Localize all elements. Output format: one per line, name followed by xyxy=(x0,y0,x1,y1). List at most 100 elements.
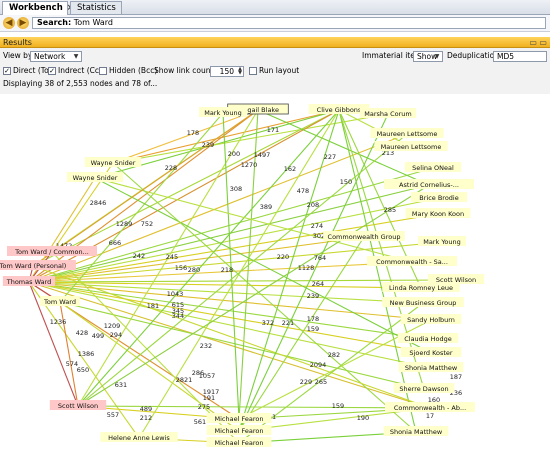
network-graph-svg[interactable]: 178 171239200 14971270 16222715021322828463… xyxy=(0,94,550,466)
forward-arrow-icon[interactable]: ▶ xyxy=(17,17,29,29)
immaterial-items-select[interactable]: Show ▼ xyxy=(413,51,443,62)
view-by-select[interactable]: Network ▼ xyxy=(30,51,82,62)
graph-edge[interactable] xyxy=(112,109,340,164)
network-graph[interactable]: 178 171 239 200 1497 1270 162 227 150 213 228 2846 3… xyxy=(0,94,550,466)
graph-node[interactable]: Selina ONeal xyxy=(404,162,462,172)
graph-node-label: Selina ONeal xyxy=(412,164,454,172)
results-title: Results xyxy=(3,38,32,47)
graph-node[interactable]: Sjoerd Koster xyxy=(400,347,462,357)
edge-count-label: 162 xyxy=(284,165,296,173)
graph-node[interactable]: Maureen Lettsome xyxy=(370,128,444,138)
graph-node-label: Commonwealth Group xyxy=(328,233,401,241)
graph-node[interactable]: Sherre Dawson xyxy=(393,383,455,393)
edge-count-label: 221 xyxy=(282,319,294,327)
graph-node-label: Linda Romney Leue xyxy=(389,284,453,292)
graph-node[interactable]: Tom Ward xyxy=(40,296,80,306)
graph-node-label: Tom Ward xyxy=(43,298,76,306)
graph-node-label: Scott Wilson xyxy=(58,402,98,410)
graph-node[interactable]: Scott Wilson xyxy=(49,400,107,410)
graph-edge[interactable] xyxy=(138,109,340,439)
edge-count-label: 178 xyxy=(307,315,319,323)
graph-node[interactable]: Shonia Matthew xyxy=(398,362,464,372)
graph-node-label: Maureen Lettsome xyxy=(377,130,438,138)
graph-node-label: Claudia Hodge xyxy=(404,335,452,343)
graph-node[interactable]: Linda Romney Leue xyxy=(382,282,460,292)
edge-count-label: 294 xyxy=(110,331,122,339)
hidden-checkbox[interactable] xyxy=(99,67,107,75)
status-text: Displaying 38 of 2,553 nodes and 78 of..… xyxy=(3,79,158,88)
graph-node[interactable]: Sandy Holburn xyxy=(400,314,462,324)
graph-edge[interactable] xyxy=(28,279,457,283)
graph-node[interactable]: Mary Koon Koon xyxy=(405,208,471,218)
edge-count-label: 190 xyxy=(357,414,369,422)
graph-node-label: Michael Fearon xyxy=(215,427,264,435)
graph-node-label: Thomas Ward xyxy=(6,278,52,286)
indirect-checkbox[interactable]: ✓ xyxy=(48,67,56,75)
graph-node-label: Maureen Lettsome xyxy=(381,143,442,151)
edge-count-label: 208 xyxy=(307,201,319,209)
graph-node[interactable]: Marsha Corum xyxy=(359,108,417,118)
graph-node[interactable]: Shonia Matthew xyxy=(383,426,449,436)
edge-count-label: 1289 xyxy=(116,220,133,228)
graph-node-label: Helene Anne Lewis xyxy=(108,434,170,442)
results-header: Results ▭ ▭ xyxy=(0,37,550,48)
graph-node[interactable]: New Business Group xyxy=(382,297,464,307)
graph-node[interactable]: Tom Ward (Personal) xyxy=(0,260,76,270)
run-layout-checkbox[interactable] xyxy=(249,67,257,75)
chevron-down-icon: ▼ xyxy=(73,53,79,60)
graph-node[interactable]: Commonwealth - Ab... xyxy=(385,402,475,412)
graph-edge[interactable] xyxy=(238,113,389,432)
link-count-value: 150 xyxy=(219,67,234,76)
tab-workbench[interactable]: Workbench× xyxy=(2,1,74,15)
deduplication-value: MD5 xyxy=(497,52,515,61)
edge-count-label: 159 xyxy=(332,402,344,410)
graph-node[interactable]: Brice Brodie xyxy=(410,192,468,202)
graph-node[interactable]: Michael Fearon xyxy=(206,413,272,423)
edge-count-label: 1043 xyxy=(167,290,184,298)
spinner-arrows-icon[interactable]: ▲ ▼ xyxy=(238,67,242,76)
graph-node[interactable]: Maureen Lettsome xyxy=(374,141,448,151)
edge-count-label: 650 xyxy=(77,366,89,374)
run-layout-label: Run layout xyxy=(259,66,300,75)
graph-node[interactable]: Commonwealth - Sa... xyxy=(367,256,457,266)
graph-node[interactable]: Claudia Hodge xyxy=(397,333,459,343)
graph-node[interactable]: Astrid Cornelius-... xyxy=(384,179,474,189)
edge-count-label: 280 xyxy=(188,266,200,274)
edge-count-label: 200 xyxy=(228,150,240,158)
search-input[interactable]: Search: Tom Ward xyxy=(32,17,546,29)
tab-workbench-label: Workbench xyxy=(9,3,63,13)
graph-node-label: Shonia Matthew xyxy=(390,428,443,436)
graph-node[interactable]: Mark Young xyxy=(418,236,466,246)
edge-count-label: 489 xyxy=(140,405,152,413)
edge-count-label: 666 xyxy=(109,239,121,247)
edge-count-label: 499 xyxy=(92,332,104,340)
edge-count-label: 212 xyxy=(140,414,152,422)
edge-count-label: 227 xyxy=(324,153,336,161)
graph-node-label: Mary Koon Koon xyxy=(412,210,464,218)
edge-count-label: 428 xyxy=(76,329,88,337)
direct-checkbox[interactable]: ✓ xyxy=(3,67,11,75)
edge-count-label: 1209 xyxy=(104,322,121,330)
edge-count-label: 282 xyxy=(328,351,340,359)
graph-node[interactable]: Wayne Snider xyxy=(84,157,142,167)
edge-count-label: 265 xyxy=(315,378,327,386)
edge-count-label: 191 xyxy=(203,394,215,402)
window-controls-icon[interactable]: ▭ ▭ xyxy=(529,37,547,48)
back-arrow-icon[interactable]: ◀ xyxy=(3,17,15,29)
edge-count-label: 752 xyxy=(141,220,153,228)
edge-count-label: 245 xyxy=(166,253,178,261)
link-count-spinner[interactable]: 150 ▲ ▼ xyxy=(210,66,244,77)
graph-node[interactable]: Mark Young xyxy=(199,107,247,117)
graph-node[interactable]: Michael Fearon xyxy=(206,437,272,447)
search-bar: ◀ ▶ Search: Tom Ward xyxy=(0,15,550,32)
graph-node[interactable]: Tom Ward / Common... xyxy=(7,246,97,256)
graph-node-label: Sherre Dawson xyxy=(399,385,448,393)
graph-node[interactable]: Wayne Snider xyxy=(66,172,124,182)
graph-node-label: Marsha Corum xyxy=(364,110,411,118)
deduplication-select[interactable]: MD5 xyxy=(493,51,547,62)
graph-node[interactable]: Thomas Ward xyxy=(2,276,56,286)
graph-node[interactable]: Helene Anne Lewis xyxy=(100,432,178,442)
graph-node[interactable]: Commonwealth Group xyxy=(323,231,405,241)
tab-statistics[interactable]: Statistics xyxy=(70,1,122,14)
graph-node[interactable]: Michael Fearon xyxy=(206,425,272,435)
